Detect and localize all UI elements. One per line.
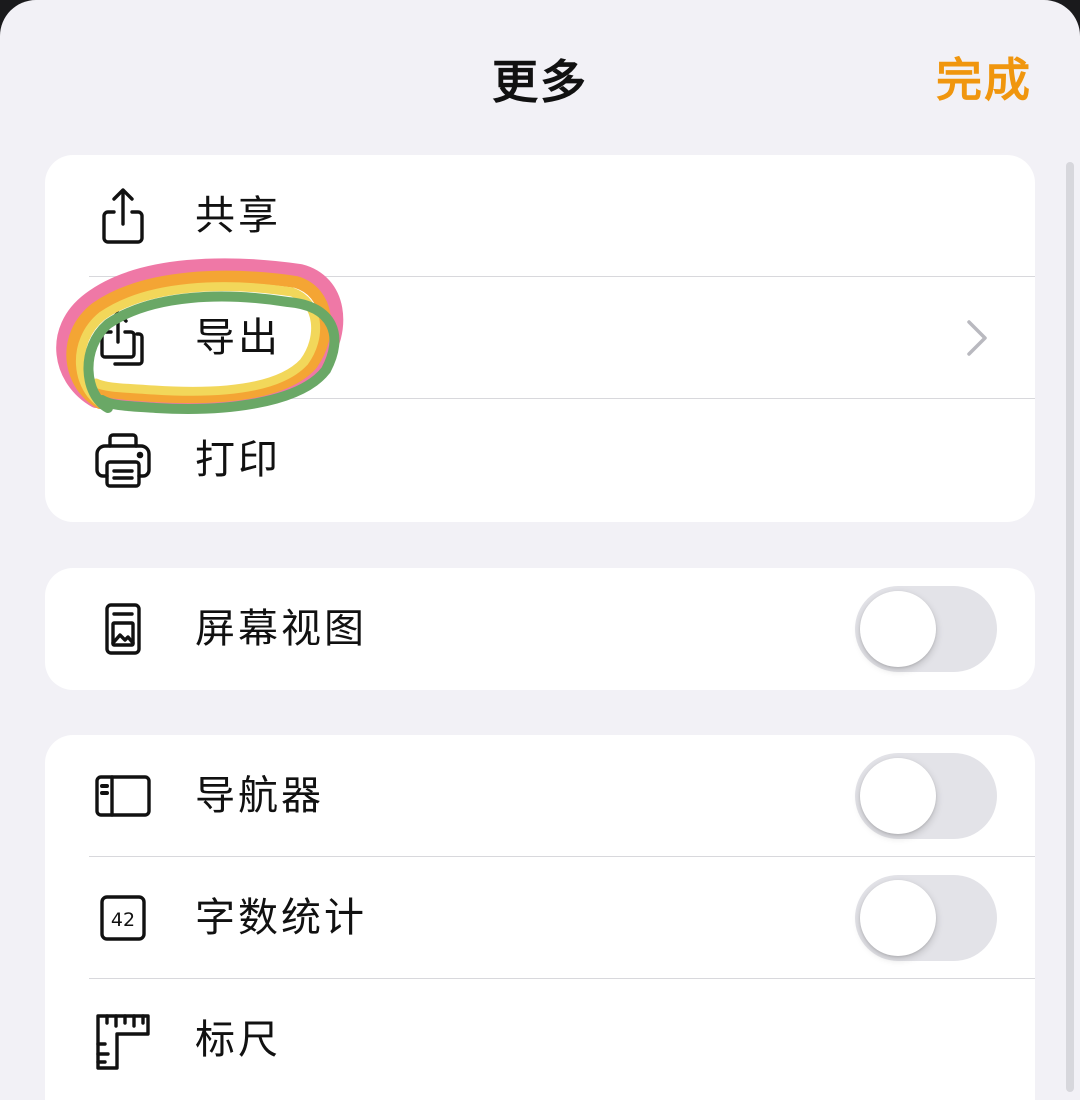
actions-group: 共享 导出 打印	[45, 155, 1035, 522]
navigator-toggle[interactable]	[855, 753, 997, 839]
done-button[interactable]: 完成	[936, 44, 1032, 110]
share-label: 共享	[195, 193, 281, 239]
chevron-right-icon	[967, 320, 987, 356]
navigator-row: 导航器	[45, 735, 1035, 857]
navigator-label: 导航器	[195, 773, 324, 819]
export-label: 导出	[195, 315, 281, 361]
page-title: 更多	[492, 55, 588, 109]
toggle-knob	[860, 880, 936, 956]
screen-view-toggle[interactable]	[855, 586, 997, 672]
ruler-row[interactable]: 标尺	[45, 979, 1035, 1100]
ruler-icon	[96, 1014, 150, 1070]
word-count-icon: 42	[100, 895, 146, 941]
screen-view-icon	[105, 603, 141, 655]
share-row[interactable]: 共享	[45, 155, 1035, 277]
toggle-knob	[860, 591, 936, 667]
share-icon	[102, 188, 144, 244]
word-count-toggle[interactable]	[855, 875, 997, 961]
export-icon	[100, 311, 144, 366]
sheet-header: 更多 完成	[0, 0, 1080, 150]
printer-icon	[95, 433, 151, 488]
export-row[interactable]: 导出	[45, 277, 1035, 399]
screen-view-label: 屏幕视图	[195, 606, 367, 652]
screen-view-row: 屏幕视图	[45, 568, 1035, 690]
view-options-group: 导航器 42 字数统计 标尺	[45, 735, 1035, 1100]
ruler-label: 标尺	[195, 1017, 281, 1063]
word-count-icon-text: 42	[111, 909, 135, 931]
more-sheet: 更多 完成 共享 导出 打印 屏幕视图 导航器 42 字数统计 标尺	[0, 0, 1080, 1100]
screen-view-group: 屏幕视图	[45, 568, 1035, 690]
print-label: 打印	[195, 437, 281, 483]
print-row[interactable]: 打印	[45, 399, 1035, 521]
toggle-knob	[860, 758, 936, 834]
word-count-label: 字数统计	[195, 895, 367, 941]
navigator-sidebar-icon	[95, 775, 151, 817]
word-count-row: 42 字数统计	[45, 857, 1035, 979]
scrollbar[interactable]	[1066, 162, 1074, 1092]
